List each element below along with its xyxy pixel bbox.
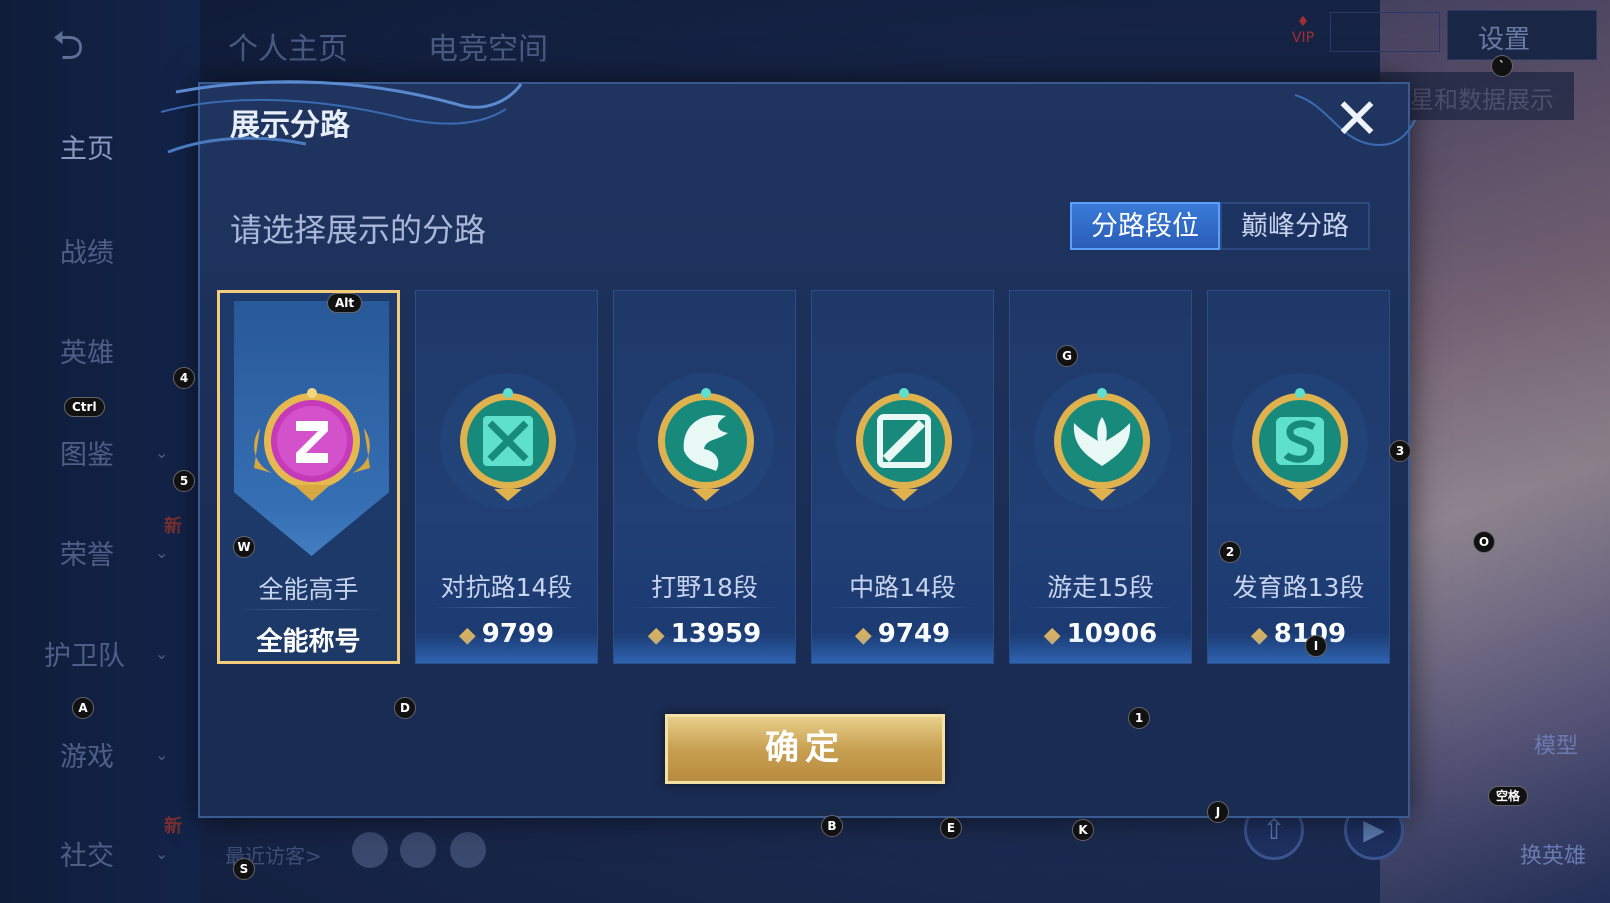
sidebar-item-label: 荣誉 [60, 539, 114, 571]
sidebar-item-honor[interactable]: 荣誉 ⌄ [0, 532, 200, 572]
confirm-button[interactable]: 确定 [665, 714, 945, 784]
hotkey-badge: K [1072, 819, 1094, 841]
lane-card-label: 对抗路14段 [440, 573, 573, 602]
card-glow [812, 633, 993, 663]
hotkey-badge: Ctrl [64, 397, 105, 417]
mid-lane-emblem-icon [834, 371, 974, 511]
switch-hero-button[interactable]: 换英雄 [1520, 838, 1586, 870]
lane-card-label: 中路14段 [849, 573, 956, 602]
lane-card-clash[interactable]: 对抗路14段 ◆9799 [415, 290, 598, 664]
hotkey-badge: D [394, 697, 416, 719]
sidebar-item-heroes[interactable]: 英雄 [0, 330, 200, 370]
hotkey-badge: J [1207, 801, 1229, 823]
all-round-emblem-icon [242, 373, 382, 513]
divider [430, 607, 583, 608]
tab-peak-lane[interactable]: 巅峰分路 [1220, 202, 1370, 250]
hotkey-badge: E [940, 817, 962, 839]
hotkey-badge: 2 [1219, 541, 1241, 563]
hotkey-badge: ` [1491, 55, 1513, 77]
card-glow [614, 633, 795, 663]
hotkey-badge: Alt [327, 293, 363, 313]
roam-emblem-icon [1032, 371, 1172, 511]
lane-card-mid[interactable]: 中路14段 ◆9749 [811, 290, 994, 664]
divider [826, 607, 979, 608]
chevron-down-icon: ⌄ [155, 442, 169, 462]
avatar[interactable] [352, 832, 388, 868]
sidebar-item-label: 社交 [60, 840, 114, 872]
sidebar-item-codex[interactable]: 图鉴 ⌄ [0, 432, 200, 472]
chevron-down-icon: ⌄ [155, 843, 169, 863]
lane-card-roam[interactable]: 游走15段 ◆10906 [1009, 290, 1192, 664]
lane-card-label: 打野18段 [651, 573, 758, 602]
jungle-emblem-icon [636, 371, 776, 511]
divider [628, 607, 781, 608]
sidebar-item-label: 护卫队 [44, 640, 125, 672]
hotkey-badge: 5 [173, 470, 195, 492]
lane-card-all-round[interactable]: 全能高手 全能称号 [217, 290, 400, 664]
divider [234, 609, 383, 610]
model-button[interactable]: 模型 [1534, 728, 1578, 760]
settings-button[interactable]: 设置 [1447, 10, 1597, 60]
sidebar-item-label: 战绩 [60, 237, 114, 269]
new-badge: 新 [164, 816, 182, 837]
chevron-down-icon: ⌄ [155, 542, 169, 562]
lane-card-value: 全能称号 [256, 627, 361, 657]
hotkey-badge: S [233, 858, 255, 880]
divider [1024, 607, 1177, 608]
hotkey-badge: B [821, 815, 843, 837]
hotkey-badge: 4 [173, 367, 195, 389]
lane-card-label: 发育路13段 [1232, 573, 1365, 602]
sidebar-item-label: 英雄 [60, 337, 114, 369]
card-glow [1208, 633, 1389, 663]
hotkey-badge: A [72, 697, 94, 719]
avatar[interactable] [450, 832, 486, 868]
sidebar-item-record[interactable]: 战绩 [0, 230, 200, 270]
hotkey-badge: O [1473, 531, 1495, 553]
hotkey-badge: W [233, 536, 255, 558]
sidebar-item-social[interactable]: 社交 ⌄ [0, 833, 200, 873]
hotkey-badge: 1 [1128, 707, 1150, 729]
sidebar-item-label: 主页 [60, 133, 114, 165]
hotkey-badge: 3 [1389, 440, 1411, 462]
tab-lane-rank[interactable]: 分路段位 [1070, 202, 1220, 250]
tab-profile[interactable]: 个人主页 [228, 24, 348, 68]
lane-card-farm[interactable]: 发育路13段 ◆8109 [1207, 290, 1390, 664]
card-glow [416, 633, 597, 663]
sidebar-item-game[interactable]: 游戏 ⌄ [0, 734, 200, 774]
avatar[interactable] [400, 832, 436, 868]
divider [1222, 607, 1375, 608]
lane-card-label: 全能高手 [258, 575, 359, 604]
new-badge: 新 [164, 516, 182, 537]
lane-card-label: 游走15段 [1047, 573, 1154, 602]
dialog-title: 展示分路 [230, 108, 350, 143]
lane-card-jungle[interactable]: 打野18段 ◆13959 [613, 290, 796, 664]
sidebar-item-label: 图鉴 [60, 439, 114, 471]
hotkey-badge: I [1305, 635, 1327, 657]
tab-esports[interactable]: 电竞空间 [428, 24, 548, 68]
sidebar-item-guard[interactable]: 护卫队 ⌄ [0, 633, 200, 673]
clash-lane-emblem-icon [438, 371, 578, 511]
farm-lane-emblem-icon [1230, 371, 1370, 511]
hotkey-badge: 空格 [1488, 786, 1529, 806]
back-icon[interactable]: ⮌ [52, 26, 132, 66]
card-glow [1010, 633, 1191, 663]
dialog-subtitle: 请选择展示的分路 [230, 211, 487, 249]
close-icon[interactable]: ✕ [1330, 92, 1384, 149]
top-banner [1330, 12, 1440, 52]
hotkey-badge: G [1056, 345, 1078, 367]
chevron-down-icon: ⌄ [155, 643, 169, 663]
sidebar-item-label: 游戏 [60, 741, 114, 773]
game-screen: { "background": { "top_tabs": ["个人主页", "… [0, 0, 1610, 903]
chevron-down-icon: ⌄ [155, 744, 169, 764]
vip-icon: ♦ VIP [1291, 14, 1315, 46]
